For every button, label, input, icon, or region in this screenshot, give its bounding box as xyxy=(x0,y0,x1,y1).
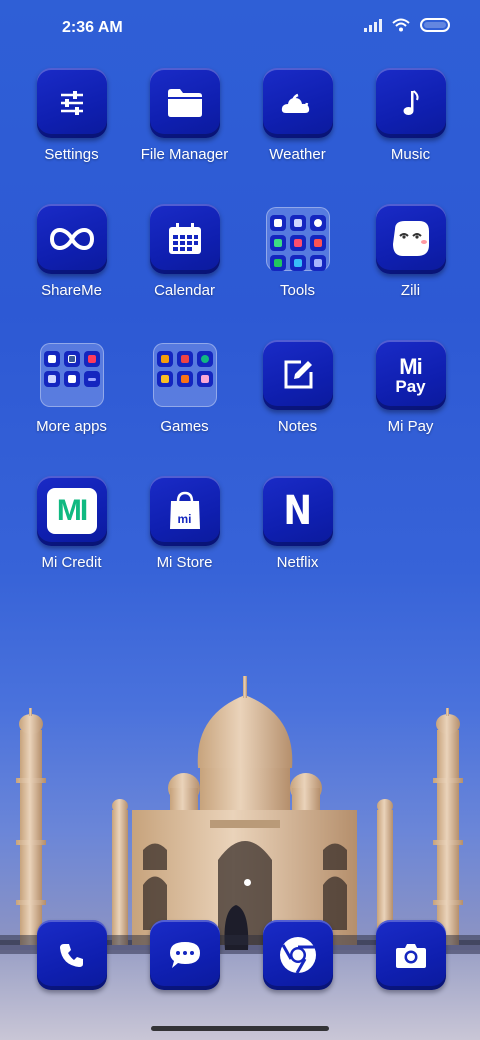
cloud-moon-icon xyxy=(262,68,333,138)
chat-icon xyxy=(149,920,220,990)
mi-store-logo: mi xyxy=(177,512,192,526)
chrome-icon xyxy=(262,920,333,990)
app-shareme[interactable]: ShareMe xyxy=(15,204,128,310)
app-label: Mi Pay xyxy=(387,418,434,435)
page-indicator-dot xyxy=(244,879,251,886)
folder-games-icon xyxy=(152,343,217,407)
dock xyxy=(15,920,467,992)
mi-credit-logo: MI xyxy=(56,494,88,527)
app-mi-store[interactable]: mi Mi Store xyxy=(128,476,241,582)
app-music[interactable]: Music xyxy=(354,68,467,174)
mi-pay-logo-top: Mi xyxy=(399,353,422,379)
app-label: Tools xyxy=(279,282,316,299)
status-icons xyxy=(364,18,450,32)
app-label: Settings xyxy=(44,146,99,163)
folder-more-apps-icon xyxy=(39,343,104,407)
netflix-logo: N xyxy=(283,488,312,534)
app-label: Weather xyxy=(269,146,326,163)
app-calendar[interactable]: Calendar xyxy=(128,204,241,310)
mi-pay-icon: Mi Pay xyxy=(375,340,446,410)
app-netflix[interactable]: N Netflix xyxy=(241,476,354,582)
app-label: ShareMe xyxy=(41,282,102,299)
dock-camera[interactable] xyxy=(354,920,467,992)
home-indicator-bar[interactable] xyxy=(151,1026,329,1031)
mi-credit-badge: MI xyxy=(46,488,97,534)
signal-icon xyxy=(364,18,382,32)
dock-phone[interactable] xyxy=(15,920,128,992)
calendar-icon xyxy=(149,204,220,274)
app-label: Zili xyxy=(400,282,421,299)
note-edit-icon xyxy=(262,340,333,410)
mi-pay-logo-bottom: Pay xyxy=(395,376,426,396)
status-bar: 2:36 AM xyxy=(0,0,480,56)
app-weather[interactable]: Weather xyxy=(241,68,354,174)
app-label: Games xyxy=(160,418,209,435)
camera-icon xyxy=(375,920,446,990)
app-mi-credit[interactable]: MI Mi Credit xyxy=(15,476,128,582)
app-notes[interactable]: Notes xyxy=(241,340,354,446)
folder-games[interactable]: Games xyxy=(128,340,241,446)
home-app-grid: Settings File Manager Weather Music Shar… xyxy=(15,68,467,582)
app-file-manager[interactable]: File Manager xyxy=(128,68,241,174)
app-label: Netflix xyxy=(276,554,319,571)
folder-more-apps[interactable]: More apps xyxy=(15,340,128,446)
app-label: Calendar xyxy=(154,282,215,299)
dock-messages[interactable] xyxy=(128,920,241,992)
netflix-icon: N xyxy=(262,476,333,546)
dock-browser[interactable] xyxy=(241,920,354,992)
status-time: 2:36 AM xyxy=(62,19,123,36)
app-label: Music xyxy=(390,146,431,163)
sliders-icon xyxy=(36,68,107,138)
app-settings[interactable]: Settings xyxy=(15,68,128,174)
app-label: More apps xyxy=(36,418,107,435)
app-label: Mi Credit xyxy=(41,554,102,571)
folder-tools[interactable]: Tools xyxy=(241,204,354,310)
app-zili[interactable]: Zili xyxy=(354,204,467,310)
app-mi-pay[interactable]: Mi Pay Mi Pay xyxy=(354,340,467,446)
music-note-icon xyxy=(375,68,446,138)
face-icon xyxy=(375,204,446,274)
folder-icon xyxy=(149,68,220,138)
app-label: Mi Store xyxy=(156,554,213,571)
phone-icon xyxy=(36,920,107,990)
wifi-icon xyxy=(392,18,410,32)
mi-credit-icon: MI xyxy=(36,476,107,546)
folder-tools-icon xyxy=(265,207,330,271)
app-label: File Manager xyxy=(140,146,229,163)
battery-icon xyxy=(420,18,450,32)
shopping-bag-icon: mi xyxy=(149,476,220,546)
app-label: Notes xyxy=(277,418,318,435)
infinity-icon xyxy=(36,204,107,274)
